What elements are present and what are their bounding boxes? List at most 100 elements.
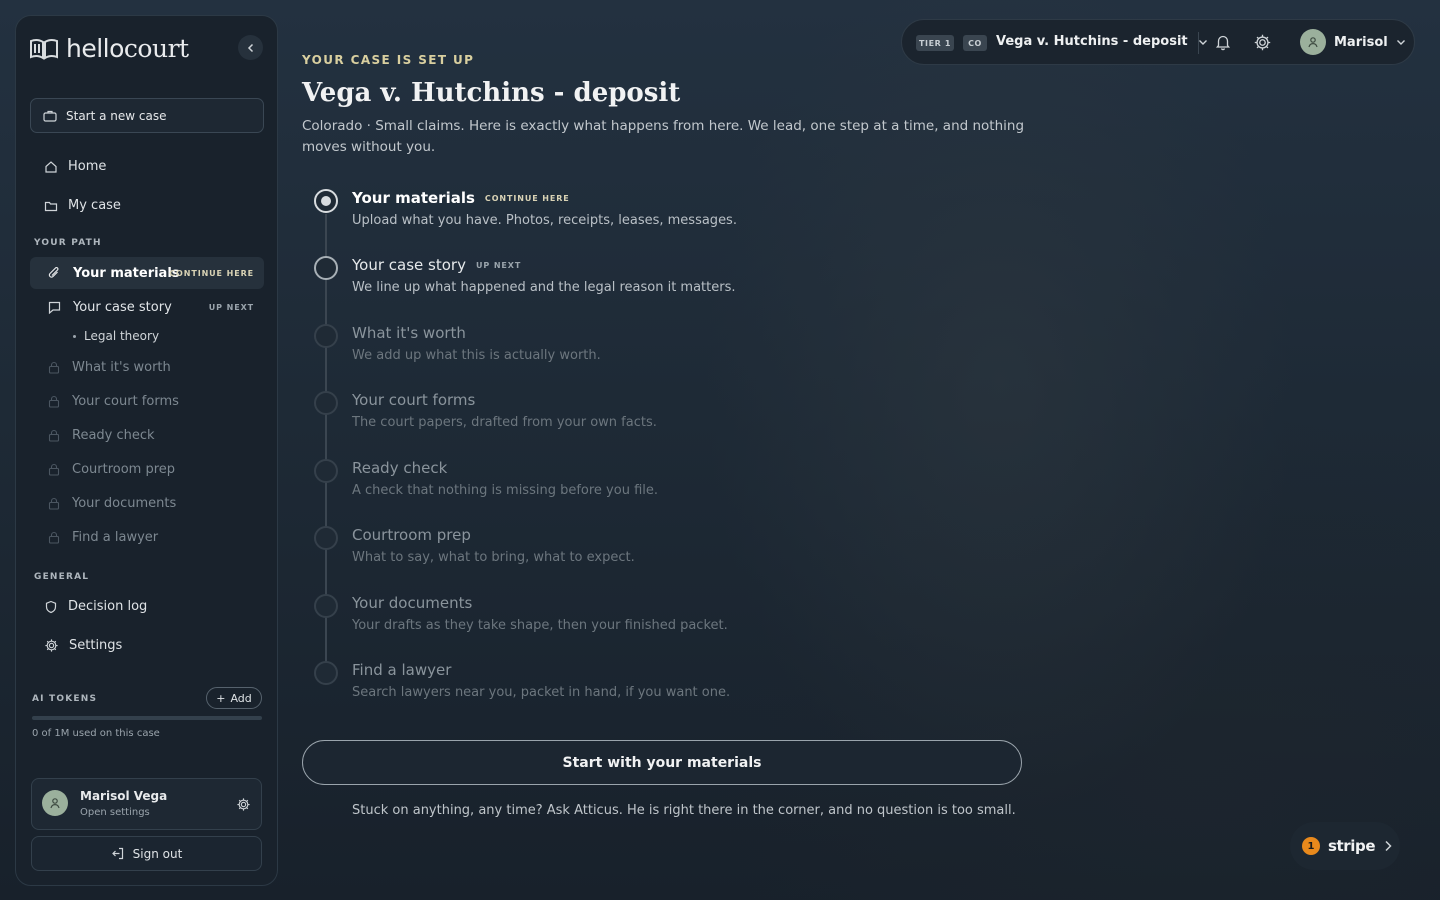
sidebar-item-case-story[interactable]: Your case story UP NEXT [30, 291, 264, 323]
step-node [314, 324, 338, 348]
sidebar-item-label: Courtroom prep [72, 461, 176, 477]
step-description: Your drafts as they take shape, then you… [352, 618, 728, 633]
step-title: Your case story [352, 256, 466, 274]
plus-icon: + [216, 691, 226, 705]
sidebar-item-documents[interactable]: Your documents [30, 487, 264, 519]
sidebar-item-ready-check[interactable]: Ready check [30, 419, 264, 451]
nav-home-label: Home [68, 159, 107, 174]
tier-badge: TIER 1 [916, 35, 954, 51]
bell-icon[interactable] [1214, 33, 1232, 51]
help-text: Stuck on anything, any time? Ask Atticus… [352, 803, 1016, 818]
nav-decision-log[interactable]: Decision log [44, 599, 147, 614]
step-title: What it's worth [352, 324, 466, 342]
nav-settings[interactable]: Settings [44, 638, 122, 653]
avatar [1300, 29, 1326, 55]
ai-tokens-label: AI TOKENS [32, 694, 98, 704]
add-tokens-button[interactable]: + Add [206, 687, 262, 709]
step-description: The court papers, drafted from your own … [352, 415, 657, 430]
sidebar-item-label: Your case story [73, 299, 172, 315]
step-node [314, 391, 338, 415]
sign-out-icon [111, 847, 124, 860]
step-description: We line up what happened and the legal r… [352, 280, 736, 295]
lock-icon [48, 395, 60, 408]
gear-icon[interactable] [236, 797, 251, 812]
nav-my-case-label: My case [68, 198, 121, 213]
step-description: Search lawyers near you, packet in hand,… [352, 685, 731, 700]
step-node [314, 661, 338, 685]
lock-icon [48, 429, 60, 442]
nav-my-case[interactable]: My case [44, 198, 121, 213]
sign-out-label: Sign out [132, 846, 183, 861]
collapse-sidebar-button[interactable] [238, 35, 263, 60]
add-tokens-label: Add [230, 691, 252, 705]
step-description: Upload what you have. Photos, receipts, … [352, 213, 737, 228]
step-node [314, 526, 338, 550]
step-title: Ready check [352, 459, 448, 477]
gear-icon[interactable] [1253, 33, 1272, 52]
nav-settings-label: Settings [69, 638, 123, 653]
token-usage-bar [32, 716, 262, 720]
stripe-label: stripe [1328, 837, 1376, 855]
user-sub: Open settings [80, 807, 150, 818]
user-icon [1307, 36, 1319, 48]
step-node [314, 189, 338, 213]
sidebar-item-label: Ready check [72, 427, 155, 443]
continue-here-tag: CONTINUE HERE [484, 193, 570, 203]
step-title: Your court forms [352, 391, 476, 409]
general-label: GENERAL [34, 572, 90, 582]
up-next-tag: UP NEXT [475, 260, 522, 270]
step-title: Find a lawyer [352, 661, 452, 679]
nav-home[interactable]: Home [44, 159, 106, 174]
sidebar-item-courtroom-prep[interactable]: Courtroom prep [30, 453, 264, 485]
paperclip-icon [48, 266, 61, 280]
start-materials-button[interactable]: Start with your materials [302, 740, 1022, 785]
user-card[interactable]: Marisol Vega Open settings [31, 778, 262, 830]
sidebar-subitem-label: Legal theory [84, 329, 160, 343]
step-node [314, 256, 338, 280]
sidebar-item-whats-worth[interactable]: What it's worth [30, 351, 264, 383]
lock-icon [48, 361, 60, 374]
brand-name: hellocourt [66, 34, 189, 63]
step-title: Your materials [352, 189, 475, 207]
token-usage-note: 0 of 1M used on this case [32, 728, 160, 739]
sign-out-button[interactable]: Sign out [31, 836, 262, 871]
top-bar: TIER 1 CO Vega v. Hutchins - deposit Mar… [901, 19, 1415, 65]
your-path-label: YOUR PATH [34, 238, 102, 248]
sidebar-item-label: Your court forms [72, 393, 179, 409]
case-selector[interactable]: Vega v. Hutchins - deposit [996, 34, 1208, 49]
stripe-widget[interactable]: 1 stripe [1290, 822, 1400, 870]
home-icon [44, 160, 58, 174]
new-case-button[interactable]: Start a new case [30, 98, 264, 133]
lock-icon [48, 463, 60, 476]
up-next-tag: UP NEXT [208, 302, 254, 312]
chevron-right-icon [1383, 840, 1393, 852]
brand-logo[interactable]: hellocourt [29, 34, 189, 63]
sidebar-item-find-lawyer[interactable]: Find a lawyer [30, 521, 264, 553]
gear-icon [44, 638, 59, 653]
chat-bubble-icon [48, 301, 61, 314]
sidebar-item-your-materials[interactable]: Your materials CONTINUE HERE [30, 257, 264, 289]
step-title: Your documents [352, 594, 473, 612]
sidebar-item-label: Your materials [73, 265, 180, 281]
user-name: Marisol Vega [80, 789, 168, 803]
page-title: Vega v. Hutchins - deposit [302, 78, 681, 108]
step-node [314, 594, 338, 618]
bullet-icon [73, 334, 76, 338]
stripe-badge: 1 [1302, 837, 1320, 855]
user-icon [49, 797, 61, 809]
profile-menu[interactable]: Marisol [1300, 29, 1406, 55]
step-title: Courtroom prep [352, 526, 471, 544]
book-icon [29, 38, 59, 60]
divider [1198, 32, 1199, 54]
page-lede: Colorado · Small claims. Here is exactly… [302, 118, 1025, 155]
sidebar-item-label: What it's worth [72, 359, 171, 375]
sidebar: hellocourt Start a new case Home My case… [15, 15, 278, 886]
chevron-left-icon [246, 43, 256, 53]
step-description: We add up what this is actually worth. [352, 348, 601, 363]
step-description: A check that nothing is missing before y… [352, 483, 659, 498]
lock-icon [48, 497, 60, 510]
sidebar-subitem-legal-theory[interactable]: Legal theory [73, 329, 159, 343]
avatar [42, 790, 68, 816]
nav-decision-log-label: Decision log [68, 599, 148, 614]
sidebar-item-court-forms[interactable]: Your court forms [30, 385, 264, 417]
